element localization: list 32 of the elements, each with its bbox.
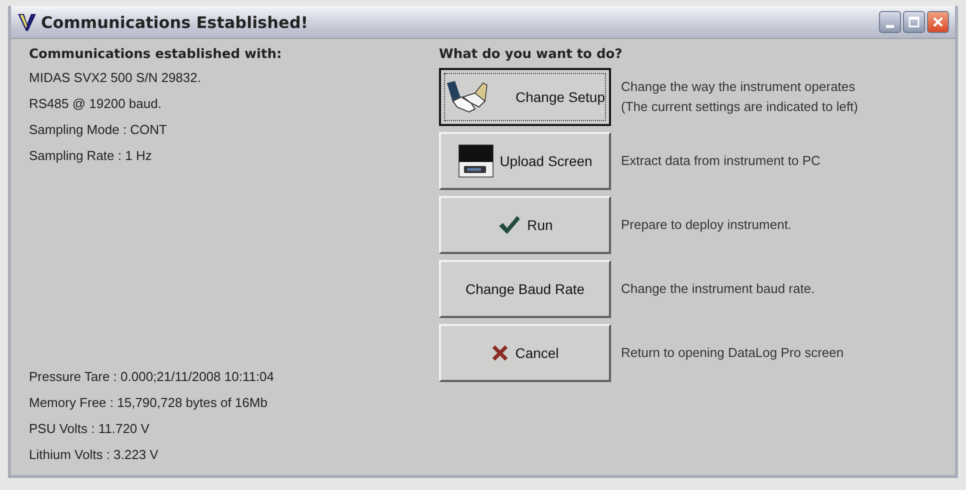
action-button[interactable]: Change Setup [439,68,611,126]
window-title: Communications Established! [41,12,310,32]
description-text: Prepare to deploy instrument. [621,216,792,234]
close-button[interactable] [927,11,949,33]
cross-icon [491,344,510,362]
status-text: PSU Volts : 11.720 V [29,420,150,438]
description-text: Change the instrument baud rate. [621,280,815,298]
info-text: Sampling Rate : 1 Hz [29,147,153,165]
info-text: Sampling Mode : CONT [29,121,168,139]
status-text: Pressure Tare : 0.000;21/11/2008 10:11:04 [29,368,276,386]
description-text: Change the way the instrument operates (The current settings are indicated to left) [621,78,858,116]
maximize-icon [908,16,920,28]
description-text: Return to opening DataLog Pro screen [621,344,844,362]
action-button[interactable]: Run [439,196,611,254]
section-heading: Communications established with: [29,47,283,62]
close-icon [932,16,944,28]
check-icon [497,215,522,235]
minimize-button[interactable] [879,11,901,33]
status-text: Lithium Volts : 3.223 V [29,446,160,464]
status-text: Memory Free : 15,790,728 bytes of 16Mb [29,394,268,412]
action-button[interactable]: Change Baud Rate [439,260,611,318]
info-text: RS485 @ 19200 baud. [29,95,162,113]
action-button[interactable]: Upload Screen [439,132,611,190]
info-text: MIDAS SVX2 500 S/N 29832. [29,69,202,87]
screen-icon [458,143,494,179]
app-icon [17,12,37,32]
description-text: Extract data from instrument to PC [621,152,820,170]
action-button[interactable]: Cancel [439,324,611,382]
section-heading: What do you want to do? [439,47,624,62]
minimize-icon [886,24,894,28]
maximize-button[interactable] [903,11,925,33]
handshake-icon [445,79,489,115]
